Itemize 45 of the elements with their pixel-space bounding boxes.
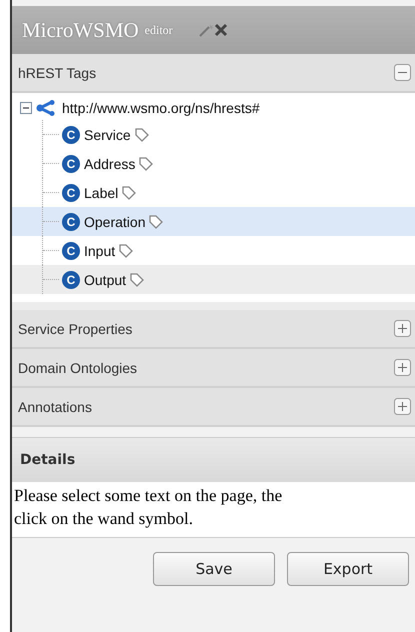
tree-item-label: Service <box>84 126 131 142</box>
action-button[interactable]: Save <box>153 552 275 586</box>
details-text: Please select some text on the page, the <box>14 485 282 507</box>
class-badge: C <box>62 184 80 202</box>
tree-item[interactable]: C Address <box>12 149 415 178</box>
tag-icon[interactable] <box>135 128 149 142</box>
tree-item[interactable]: C Service <box>12 120 415 149</box>
class-badge: C <box>62 154 80 172</box>
window-title: MicroWSMO <box>22 18 139 42</box>
expand-icon[interactable] <box>394 359 411 376</box>
action-button[interactable]: Export <box>287 552 409 586</box>
tree-item-label: Output <box>84 272 126 288</box>
section-title: Annotations <box>18 398 92 414</box>
class-badge: C <box>62 242 80 260</box>
expand-icon[interactable] <box>394 398 411 415</box>
collapse-icon[interactable] <box>20 102 32 114</box>
tag-icon[interactable] <box>140 156 154 170</box>
magic-wand-icon[interactable] <box>198 24 214 37</box>
section-title: Domain Ontologies <box>18 360 138 376</box>
tag-icon[interactable] <box>130 272 144 286</box>
tree-item-label: Input <box>84 242 116 258</box>
class-badge: C <box>62 212 80 230</box>
tag-icon[interactable] <box>122 186 136 200</box>
tree-item-label: Address <box>84 156 136 172</box>
expand-icon[interactable] <box>394 320 411 337</box>
section-header[interactable]: hREST Tags <box>12 54 415 93</box>
class-badge: C <box>62 270 80 288</box>
section-header[interactable]: Annotations <box>12 388 415 427</box>
tree-item-label: Operation <box>84 214 146 230</box>
section-header[interactable]: Service Properties <box>12 310 415 349</box>
section-title: Service Properties <box>18 320 132 336</box>
section-title: hREST Tags <box>18 64 96 80</box>
tree-item[interactable]: C Output <box>12 265 415 294</box>
close-icon[interactable] <box>214 24 228 36</box>
details-text: click on the wand symbol. <box>14 508 193 530</box>
details-header: Details <box>12 438 415 482</box>
tag-icon[interactable] <box>120 244 134 258</box>
section-header[interactable]: Domain Ontologies <box>12 349 415 388</box>
window-subtitle: editor <box>144 22 173 38</box>
class-badge: C <box>62 126 80 144</box>
tree-item-label: Label <box>84 184 118 200</box>
namespace-label[interactable]: http://www.wsmo.org/ns/hrests# <box>62 100 260 116</box>
tree-item[interactable]: C Operation <box>12 207 415 236</box>
share-nodes-icon <box>36 100 54 116</box>
tag-icon[interactable] <box>150 214 164 228</box>
